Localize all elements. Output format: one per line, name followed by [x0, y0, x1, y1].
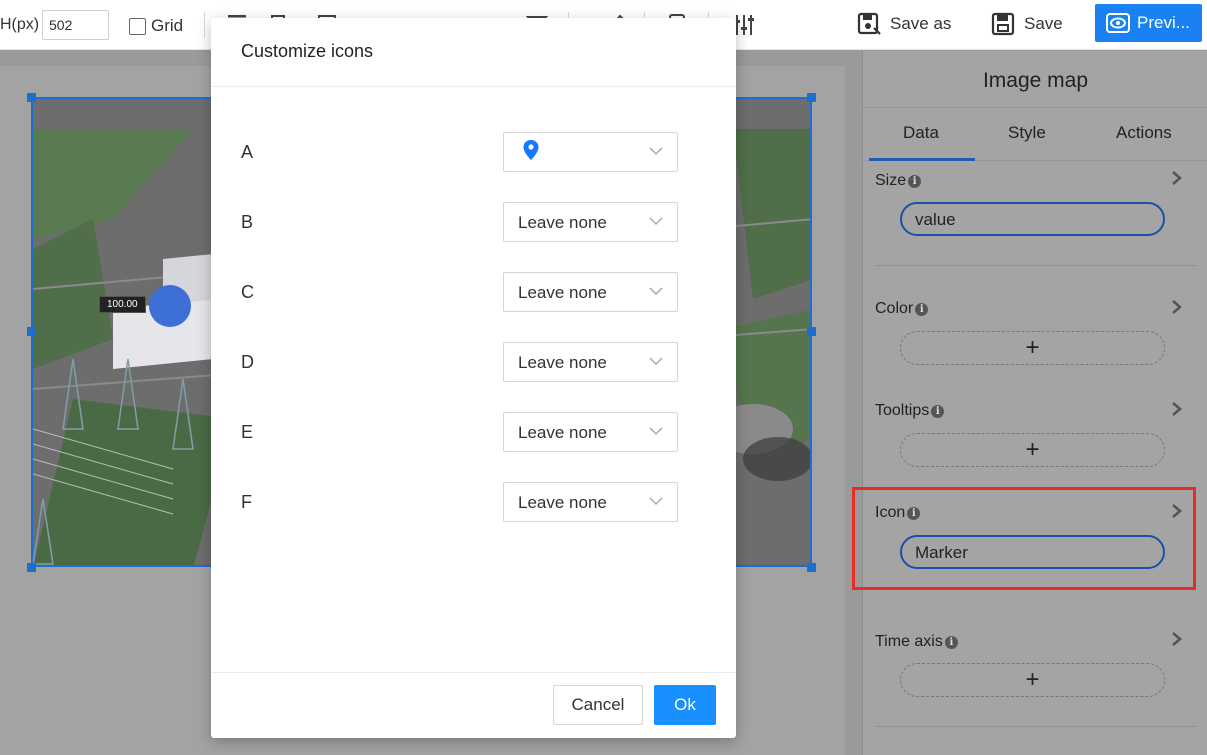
chevron-right-icon[interactable] [1169, 171, 1183, 185]
add-tooltip-button[interactable]: + [900, 433, 1165, 467]
row-label: B [241, 212, 254, 232]
grid-label: Grid [151, 16, 184, 35]
chevron-down-icon [649, 497, 663, 506]
chevron-right-icon[interactable] [1169, 632, 1183, 646]
preview-button[interactable]: Previ... [1095, 4, 1202, 42]
time-axis-label-text: Time axis [875, 633, 943, 650]
color-label: Color i [875, 300, 929, 318]
info-icon[interactable]: i [908, 174, 922, 188]
save-as-button[interactable]: Save as [850, 6, 957, 42]
panel-title: Image map [982, 69, 1089, 92]
map-pin-icon [523, 140, 539, 160]
add-color-button[interactable]: + [900, 331, 1165, 365]
size-field[interactable]: value [900, 202, 1165, 236]
tooltips-label-text: Tooltips [875, 402, 930, 419]
resize-handle[interactable] [27, 563, 36, 572]
chevron-right-icon[interactable] [1169, 402, 1183, 416]
properties-panel: Image map Data Style Actions Size i valu… [862, 51, 1207, 755]
marker-value-label: 100.00 [99, 296, 146, 313]
resize-handle[interactable] [27, 93, 36, 102]
save-as-icon [857, 12, 881, 35]
icon-select-f[interactable]: Leave none [503, 482, 678, 522]
size-label-text: Size [875, 172, 907, 189]
info-icon[interactable]: i [931, 404, 945, 418]
icon-row-f: F Leave none [211, 482, 736, 522]
customize-icons-dialog: Customize icons A B Leave none C Leave n… [211, 18, 736, 738]
time-axis-label: Time axis i [875, 633, 958, 651]
size-label: Size i [875, 172, 922, 190]
save-as-label: Save as [890, 14, 952, 33]
resize-handle[interactable] [807, 93, 816, 102]
save-button[interactable]: Save [984, 6, 1069, 42]
cancel-button[interactable]: Cancel [553, 685, 643, 725]
icon-row-a: A [211, 132, 736, 172]
add-time-axis-button[interactable]: + [900, 663, 1165, 697]
select-value: Leave none [518, 353, 607, 372]
chevron-down-icon [649, 287, 663, 296]
chevron-right-icon[interactable] [1169, 300, 1183, 314]
ok-button[interactable]: Ok [654, 685, 716, 725]
select-value: Leave none [518, 493, 607, 512]
icon-select-b[interactable]: Leave none [503, 202, 678, 242]
tab-style[interactable]: Style [1008, 123, 1046, 143]
row-label: A [241, 142, 254, 162]
row-label: E [241, 422, 254, 442]
select-value: Leave none [518, 283, 607, 302]
info-icon[interactable]: i [915, 302, 929, 316]
dialog-header-divider [211, 86, 736, 87]
save-label: Save [1024, 14, 1063, 33]
icon-row-b: B Leave none [211, 202, 736, 242]
section-divider [875, 726, 1197, 727]
dialog-title: Customize icons [241, 41, 374, 61]
icon-select-a[interactable] [503, 132, 678, 172]
icon-select-e[interactable]: Leave none [503, 412, 678, 452]
dialog-footer-divider [211, 672, 736, 673]
color-label-text: Color [875, 300, 914, 317]
resize-handle[interactable] [27, 327, 36, 336]
row-label: F [241, 492, 252, 512]
resize-handle[interactable] [807, 563, 816, 572]
chevron-down-icon [649, 357, 663, 366]
active-tab-indicator [869, 158, 975, 161]
select-value: Leave none [518, 213, 607, 232]
icon-row-e: E Leave none [211, 412, 736, 452]
resize-handle[interactable] [807, 327, 816, 336]
icon-section-highlight [852, 487, 1196, 590]
grid-checkbox[interactable] [129, 18, 146, 35]
chevron-down-icon [649, 217, 663, 226]
icon-row-c: C Leave none [211, 272, 736, 312]
info-icon[interactable]: i [944, 635, 958, 649]
preview-eye-icon [1106, 13, 1130, 33]
select-value: Leave none [518, 423, 607, 442]
row-label: D [241, 352, 254, 372]
save-icon [991, 12, 1015, 36]
tooltips-label: Tooltips i [875, 402, 945, 420]
icon-select-d[interactable]: Leave none [503, 342, 678, 382]
chevron-down-icon [649, 147, 663, 156]
chevron-down-icon [649, 427, 663, 436]
height-label: H(px) [0, 16, 40, 33]
height-input[interactable] [42, 10, 109, 40]
row-label: C [241, 282, 254, 302]
section-divider [875, 265, 1197, 266]
panel-tabs: Data Style Actions [863, 107, 1207, 161]
preview-label: Previ... [1137, 13, 1190, 32]
tab-data[interactable]: Data [903, 123, 939, 143]
icon-row-d: D Leave none [211, 342, 736, 382]
toolbar-divider [204, 12, 205, 38]
icon-select-c[interactable]: Leave none [503, 272, 678, 312]
tab-actions[interactable]: Actions [1116, 123, 1172, 143]
map-marker[interactable] [149, 285, 191, 327]
